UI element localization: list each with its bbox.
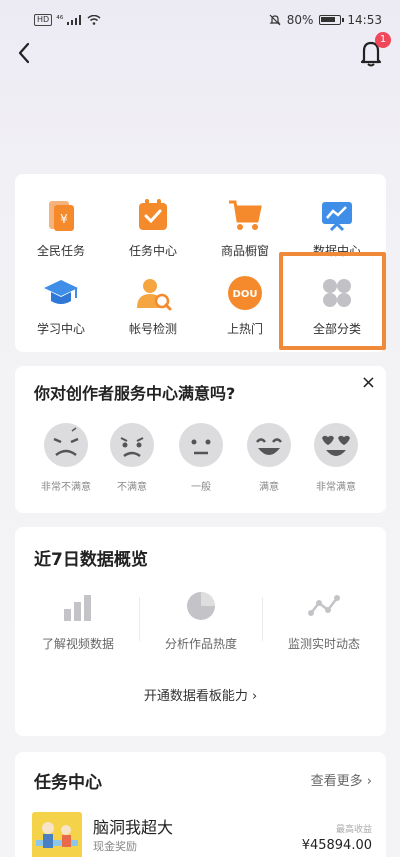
chart-board-icon xyxy=(318,196,356,234)
rating-label: 不满意 xyxy=(117,482,147,493)
status-bar: HD ⁴⁶ 80% 14:53 xyxy=(0,0,400,40)
battery-icon xyxy=(319,15,345,25)
grid-item-learning-center[interactable]: 学习中心 xyxy=(15,274,107,337)
checklist-icon xyxy=(134,196,172,234)
rating-satisfied[interactable]: 满意 xyxy=(234,422,304,493)
data-item-label: 了解视频数据 xyxy=(41,637,114,651)
notification-badge: 1 xyxy=(375,32,391,48)
signal-icon xyxy=(67,15,82,25)
rating-very-unsatisfied[interactable]: 非常不满意 xyxy=(31,422,101,493)
data-item-label: 分析作品热度 xyxy=(164,637,237,651)
angry-face-icon xyxy=(44,423,88,467)
task-center-card: 任务中心 查看更多 › 脑洞我超大 现金奖励 最高收益 ¥45894.00 xyxy=(15,752,386,857)
back-button[interactable] xyxy=(12,40,38,66)
neutral-face-icon xyxy=(179,423,223,467)
rating-label: 满意 xyxy=(259,482,279,493)
line-trend-icon xyxy=(308,595,340,616)
data-item-realtime[interactable]: 监测实时动态 xyxy=(263,589,385,652)
rating-unsatisfied[interactable]: 不满意 xyxy=(97,422,167,493)
grid-label: 上热门 xyxy=(226,322,263,336)
task-max-label: 最高收益 xyxy=(335,825,372,835)
grid-item-shop-window[interactable]: 商品橱窗 xyxy=(199,196,291,259)
chevron-left-icon xyxy=(18,42,30,64)
data-item-label: 监测实时动态 xyxy=(287,637,360,651)
grid-item-dou-plus[interactable]: DOU 上热门 xyxy=(199,274,291,337)
coins-card-icon: ¥ xyxy=(42,196,80,234)
enable-data-board-link[interactable]: 开通数据看板能力 › xyxy=(15,685,386,704)
grid-label: 帐号检测 xyxy=(128,322,177,336)
task-name[interactable]: 脑洞我超大 xyxy=(93,814,173,838)
data-overview-card: 近7日数据概览 了解视频数据 分析作品热度 监测实时动态 开通数据看板能力 › xyxy=(15,527,386,736)
grid-label: 任务中心 xyxy=(128,244,177,258)
graduation-cap-icon xyxy=(42,274,80,312)
data-item-video-data[interactable]: 了解视频数据 xyxy=(17,589,139,652)
grid-item-account-check[interactable]: 帐号检测 xyxy=(107,274,199,337)
happy-face-icon xyxy=(247,423,291,467)
shopping-cart-icon xyxy=(226,196,264,234)
task-center-title: 任务中心 xyxy=(34,773,102,793)
rating-label: 非常满意 xyxy=(316,482,356,493)
grid-label: 商品橱窗 xyxy=(220,244,269,258)
sad-face-icon xyxy=(110,423,154,467)
heart-eyes-face-icon xyxy=(314,423,358,467)
task-max-value: ¥45894.00 xyxy=(301,838,372,853)
account-check-icon xyxy=(134,274,172,312)
status-right: 80% 14:53 xyxy=(269,13,382,27)
rating-label: 非常不满意 xyxy=(41,482,91,493)
svg-text:DOU: DOU xyxy=(233,289,258,300)
data-item-work-heat[interactable]: 分析作品热度 xyxy=(140,589,262,652)
grid-label: 全民任务 xyxy=(36,244,85,258)
svg-text:¥: ¥ xyxy=(60,212,68,226)
signal-label: ⁴⁶ xyxy=(56,15,64,25)
view-more-link[interactable]: 查看更多 › xyxy=(311,770,372,789)
grid-item-data-center[interactable]: 数据中心 xyxy=(291,196,383,259)
rating-neutral[interactable]: 一般 xyxy=(166,422,236,493)
clock: 14:53 xyxy=(347,13,382,27)
task-reward-type: 现金奖励 xyxy=(93,840,137,853)
close-icon[interactable]: × xyxy=(361,372,376,393)
satisfaction-survey-card: 你对创作者服务中心满意吗? × 非常不满意 不满意 一般 满意 非常满意 xyxy=(15,366,386,513)
bar-chart-icon xyxy=(64,595,91,621)
grid-item-quanmin-task[interactable]: ¥ 全民任务 xyxy=(15,196,107,259)
data-overview-title: 近7日数据概览 xyxy=(34,550,148,570)
dou-plus-icon: DOU xyxy=(226,274,264,312)
grid-item-task-center[interactable]: 任务中心 xyxy=(107,196,199,259)
wifi-icon xyxy=(87,15,101,25)
pie-chart-icon xyxy=(187,592,215,620)
status-left: HD ⁴⁶ xyxy=(34,14,101,26)
grid-label: 学习中心 xyxy=(36,322,85,336)
rating-label: 一般 xyxy=(191,482,211,493)
rating-very-satisfied[interactable]: 非常满意 xyxy=(301,422,371,493)
notification-button[interactable]: 1 xyxy=(356,32,391,70)
mute-bell-icon xyxy=(269,14,281,26)
battery-percent: 80% xyxy=(286,13,314,27)
task-thumbnail[interactable] xyxy=(32,812,82,857)
highlight-box xyxy=(279,252,386,350)
survey-title: 你对创作者服务中心满意吗? xyxy=(34,384,236,403)
hd-icon: HD xyxy=(34,14,53,26)
